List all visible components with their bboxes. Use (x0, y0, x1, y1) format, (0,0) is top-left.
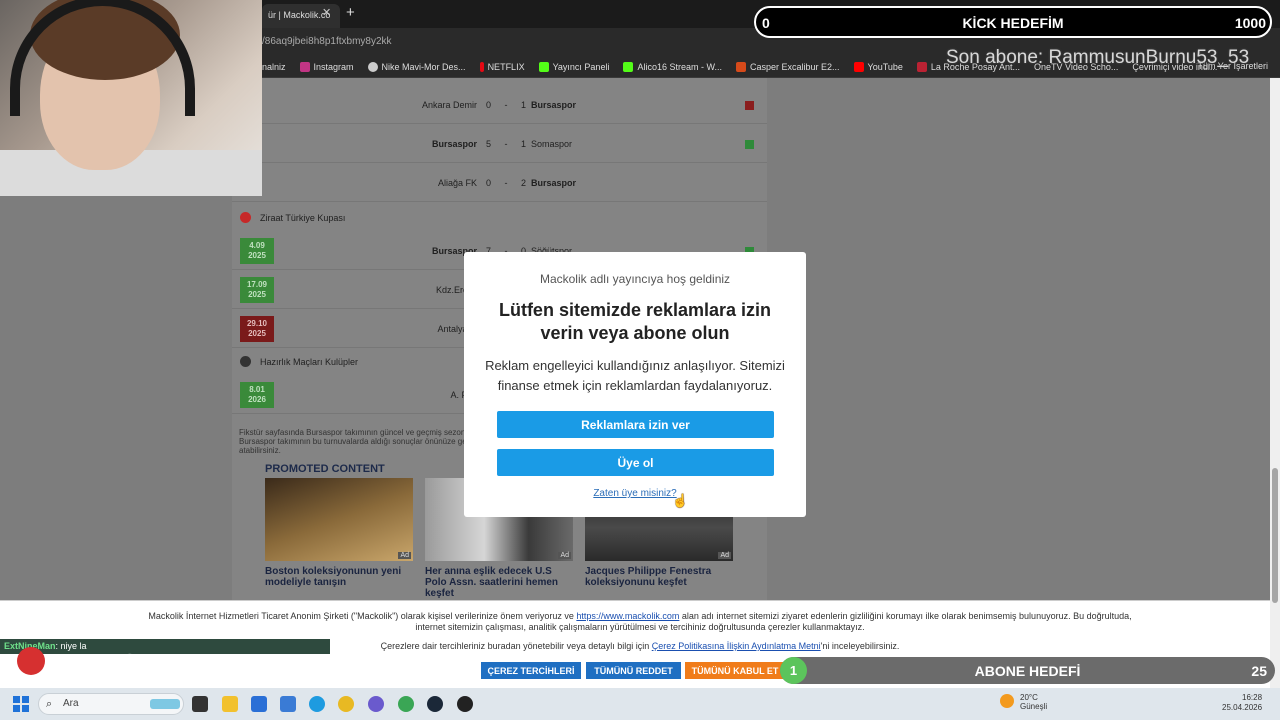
subscribe-button[interactable]: Üye ol (497, 449, 774, 476)
app-icon[interactable] (280, 696, 296, 712)
match-date: 17.09 2025 (240, 277, 274, 303)
kick-icon (538, 61, 549, 72)
league-header: Ziraat Türkiye Kupası (232, 207, 767, 229)
new-tab-icon[interactable]: + (346, 4, 355, 21)
bookmark-icon (916, 61, 927, 72)
scroll-thumb[interactable] (1272, 468, 1278, 603)
match-date: 4.09 2025 (240, 238, 274, 264)
accept-all-button[interactable]: TÜMÜNÜ KABUL ET (685, 662, 785, 679)
bookmark-item[interactable]: Instagram (299, 61, 354, 72)
kick-icon (623, 61, 634, 72)
system-clock[interactable]: 16:28 25.04.2026 (1222, 693, 1262, 713)
steam-icon[interactable] (427, 696, 443, 712)
promoted-item[interactable]: Ad Boston koleksiyonunun yeni modeliyle … (265, 478, 413, 588)
promoted-heading: PROMOTED CONTENT (265, 463, 385, 475)
adblock-modal: Mackolik adlı yayıncıya hoş geldiniz Lüt… (464, 252, 806, 517)
search-icon: ⌕ (46, 698, 53, 710)
subscriber-count: 1 (780, 657, 807, 684)
weather-widget[interactable]: 20°C Güneşli (1000, 693, 1047, 711)
modal-description: Reklam engelleyici kullandığınız anlaşıl… (485, 358, 785, 393)
subscriber-goal-bar: ABONE HEDEFİ 1 25 (780, 657, 1275, 684)
match-date: 8.01 2026 (240, 382, 274, 408)
edge-icon[interactable] (309, 696, 325, 712)
url-input[interactable]: /86aq9jbei8h8p1ftxbmy8y2kk (262, 36, 392, 47)
modal-title: Lütfen sitemizde reklamlara izin verin v… (498, 300, 772, 343)
away-team: Bursaspor (531, 100, 577, 110)
mackolik-link[interactable]: https://www.mackolik.com (576, 611, 679, 621)
modal-welcome: Mackolik adlı yayıncıya hoş geldiniz (539, 272, 731, 286)
match-row[interactable]: Bursaspor 5-1 Somaspor (232, 125, 767, 163)
sun-icon (1000, 694, 1014, 708)
bookmark-item[interactable]: YouTube (853, 61, 903, 72)
cookie-policy-link[interactable]: Çerez Politikasına İlişkin Aydınlatma Me… (652, 641, 821, 651)
turkey-flag-icon (240, 212, 251, 223)
casper-icon (735, 61, 746, 72)
match-row[interactable]: Aliağa FK 0-2 Bursaspor (232, 164, 767, 202)
youtube-icon (853, 61, 864, 72)
home-team: Aliağa FK (437, 178, 477, 188)
windows-start-icon[interactable] (13, 696, 29, 712)
watch-image: Ad (265, 478, 413, 561)
file-explorer-icon[interactable] (222, 696, 238, 712)
promoted-title[interactable]: Jacques Philippe Fenestra koleksiyonunu … (585, 566, 733, 588)
obs-icon[interactable] (457, 696, 473, 712)
webcam-overlay (0, 0, 262, 196)
promoted-title[interactable]: Her anına eşlik edecek U.S Polo Assn. sa… (425, 566, 573, 599)
home-team: Bursaspor (431, 139, 477, 149)
bookmark-item[interactable]: NETFLIX (479, 61, 525, 72)
chrome-icon[interactable] (398, 696, 414, 712)
kick-goal-bar: KİCK HEDEFİM 0 1000 (754, 6, 1272, 38)
fixture-description: Fikstür sayfasında Bursaspor takımının g… (239, 428, 474, 455)
last-subscriber: Son abone: RammusunBurnu53_53 (946, 47, 1250, 68)
already-member-link[interactable]: Zaten üye misiniz? (464, 488, 806, 499)
page-scrollbar[interactable] (1270, 78, 1280, 688)
match-row[interactable]: Ankara Demir 0-1 Bursaspor (232, 86, 767, 124)
reject-all-button[interactable]: TÜMÜNÜ REDDET (586, 662, 681, 679)
task-view-icon[interactable] (192, 696, 208, 712)
chrome-icon[interactable] (338, 696, 354, 712)
bookmark-item[interactable]: Casper Excalibur E2... (735, 61, 840, 72)
allow-ads-button[interactable]: Reklamlara izin ver (497, 411, 774, 438)
bookmark-item[interactable]: Alico16 Stream - W... (623, 61, 722, 72)
bynogame-logo-icon (17, 647, 45, 675)
store-icon[interactable] (251, 696, 267, 712)
away-team: Bursaspor (531, 178, 577, 188)
score: 0-1 (486, 100, 526, 110)
tab-title: ür | Mackolik.co (268, 10, 331, 20)
away-team: Somaspor (531, 139, 573, 149)
bynogame-logo: ByNoGame (50, 648, 191, 678)
cookie-preferences-button[interactable]: ÇEREZ TERCİHLERİ (481, 662, 581, 679)
hand-cursor-icon: ☝ (672, 493, 689, 508)
bookmark-item[interactable]: nalniz (262, 62, 286, 72)
globe-icon (367, 61, 378, 72)
promoted-title[interactable]: Boston koleksiyonunun yeni modeliyle tan… (265, 566, 413, 588)
match-date: 29.10 2025 (240, 316, 274, 342)
globe-icon (240, 356, 251, 367)
netflix-icon (479, 61, 484, 72)
discord-icon[interactable] (368, 696, 384, 712)
windows-taskbar: Ara ⌕ (0, 688, 1280, 720)
loss-badge (745, 101, 754, 110)
win-badge (745, 140, 754, 149)
close-tab-icon[interactable]: ✕ (322, 6, 331, 19)
bookmark-item[interactable]: Nike Mavi-Mor Des... (367, 61, 466, 72)
instagram-icon (299, 61, 310, 72)
home-team: Ankara Demir (421, 100, 477, 110)
cookie-text: Mackolik İnternet Hizmetleri Ticaret Ano… (148, 611, 1132, 632)
bookmark-item[interactable]: Yayıncı Paneli (538, 61, 609, 72)
score: 5-1 (486, 139, 526, 149)
widget-icon[interactable] (150, 699, 180, 709)
score: 0-2 (486, 178, 526, 188)
